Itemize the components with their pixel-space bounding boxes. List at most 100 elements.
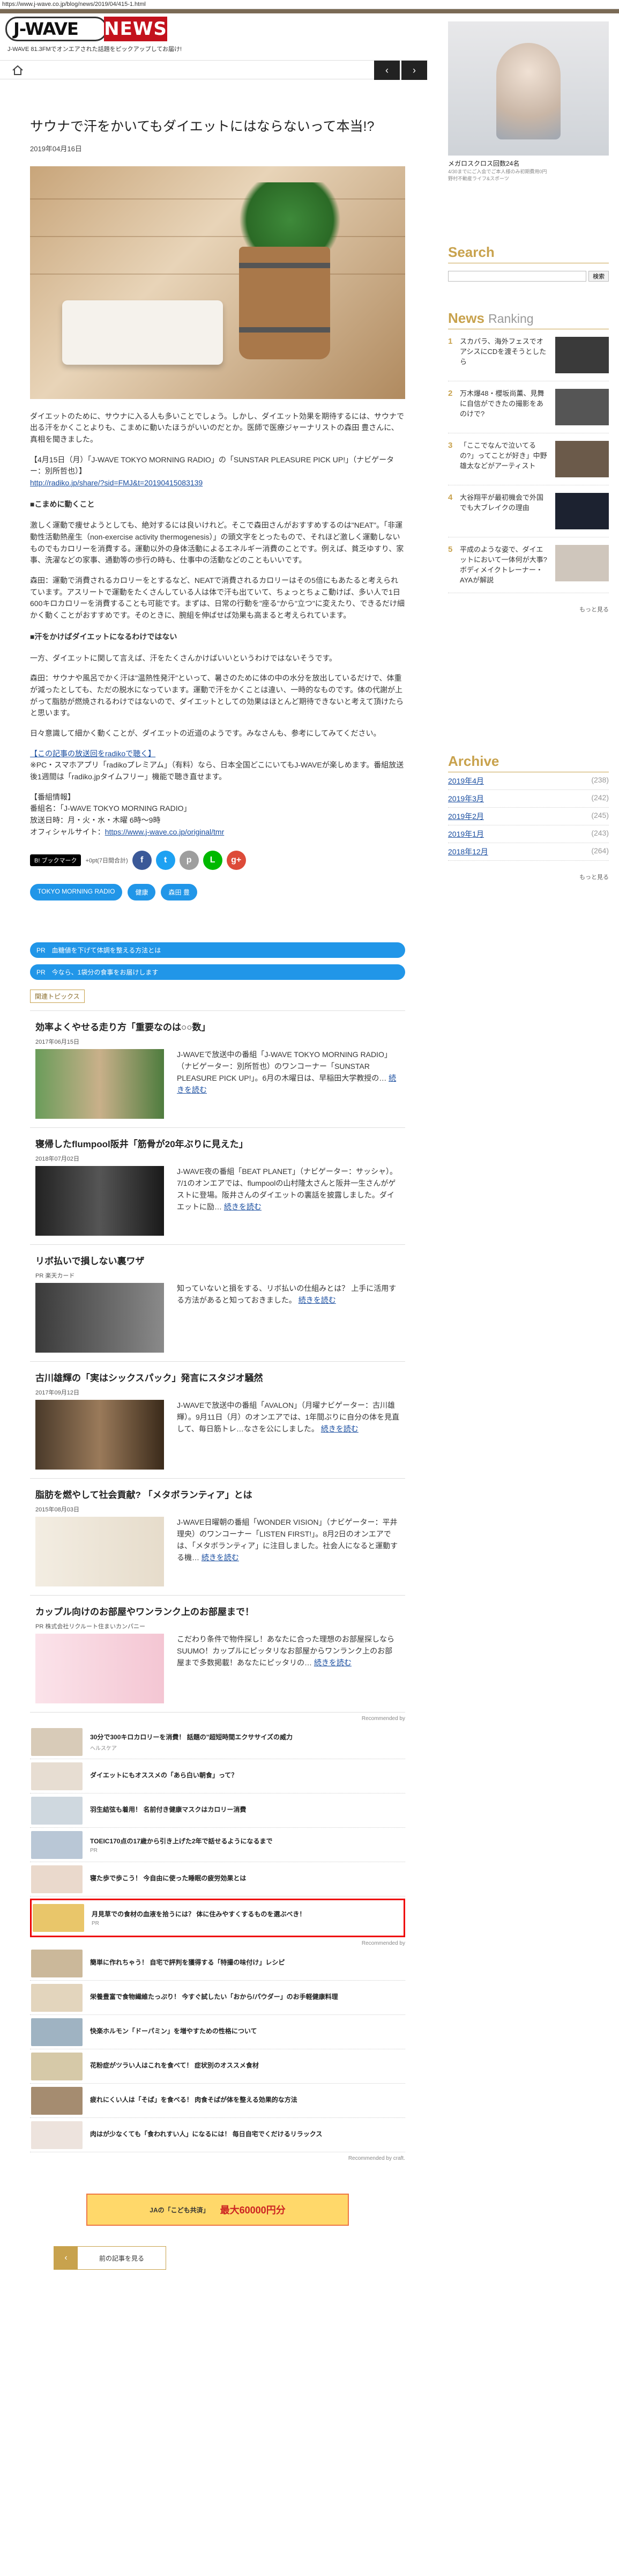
pr-link[interactable]: PR 血糖値を下げて体調を整える方法とは [30,942,405,958]
article-title: サウナで汗をかいてもダイエットにはならないって本当!? [30,119,375,134]
share-bar: B! ブックマーク +0pt(7日間合計) f t p L g+ [30,851,405,870]
recommendation-item[interactable]: 快楽ホルモン「ドーパミン」を増やすための性格について [30,2015,405,2050]
recommendation-item[interactable]: 30分で300キロカロリーを消費！ 話題の"超短時間エクササイズの威力 ヘルスケア [30,1725,405,1760]
recommendation-item[interactable]: 羽生結弦も着用！ 名前付き健康マスクはカロリー消費 [30,1793,405,1828]
article-date: 2019年04月16日 [30,144,82,153]
recommended-label: Recommended by craft. [348,2156,405,2162]
recommendation-item[interactable]: 寝た歩で歩こう！ 今自由に使った睡眠の疲労効果とは [30,1862,405,1897]
recommended-label: Recommended by [361,1716,405,1722]
archive-item[interactable]: 2019年2月 (245) [448,808,609,825]
tag[interactable]: 健康 [128,884,156,901]
pr-link[interactable]: PR 今なら、1袋分の食事をお届けします [30,964,405,980]
sidebar-ad[interactable]: メガロスクロス回数24名 4/30までにご入会でご本人様のみ初期費用0円 野村不… [448,21,609,181]
ranking-item[interactable]: 5 平成のような姿で、ダイエットにおいて一体何が大事? ボディメイクトレーナー・A… [448,537,609,594]
ranking-item[interactable]: 1 スカパラ、海外フェスでオアシスにCDを渡そうとしたら [448,329,609,381]
related-thumbnail [35,1283,164,1353]
ranking-item[interactable]: 3 「ここでなんで泣いてるの?」ってことが好き」中野雄太などがアーティスト [448,433,609,485]
ranking-more-link[interactable]: もっと見る [448,605,609,614]
related-thumbnail [35,1166,164,1236]
recommendation-item[interactable]: 疲れにくい人は「そば」を食べる！ 肉食そばが体を整える効果的な方法 [30,2084,405,2119]
paragraph: 一方、ダイエットに関して言えば、汗をたくさんかけばいいというわけではないそうです… [30,653,337,662]
sauna-bucket-image [239,246,330,359]
radiko-listen-link[interactable]: 【この記事の放送回をradikoで聴く】 [30,749,155,758]
tag-list: TOKYO MORNING RADIO 健康 森田 豊 [30,884,405,901]
line-icon[interactable]: L [203,851,222,870]
twitter-icon[interactable]: t [155,851,175,870]
chevron-left-icon: ‹ [54,2247,78,2270]
recommendation-item[interactable]: 肉はが少なくても「食われすい人」になるには！ 毎日自宅でくだけるリラックス [30,2118,405,2153]
archive-item[interactable]: 2019年3月 (242) [448,790,609,808]
ranking-heading: News Ranking [448,310,609,329]
article-hero-image [30,166,405,399]
section-heading: ■汗をかけばダイエットになるわけではない [30,632,177,641]
hatena-bookmark-button[interactable]: B! ブックマーク [30,854,81,867]
recommendation-item[interactable]: 花粉症がツラい人はこれを食べて！ 症状別のオススメ食材 [30,2049,405,2084]
site-logo[interactable]: J-WAVE NEWS [5,17,169,41]
read-more-link[interactable]: 続きを読む [224,1202,262,1211]
related-thumbnail [35,1517,164,1587]
paragraph: 日々意識して細かく動くことが、ダイエットの近道のようです。みなさんも、参考にして… [30,728,381,737]
facebook-icon[interactable]: f [132,851,152,870]
ad-image [448,21,609,156]
logo-jwave: J-WAVE [5,17,107,41]
related-thumbnail [35,1634,164,1704]
archive-item[interactable]: 2018年12月 (264) [448,843,609,861]
read-more-link[interactable]: 続きを読む [321,1424,359,1433]
paragraph: 激しく運動で痩せようとしても、絶対するには良いけれど。そこで森田さんがおすすめす… [30,521,404,565]
plant-image [228,182,352,257]
related-item[interactable]: 効率よくやせる走り方「重要なのは○○数」 2017年06月15日 J-WAVEで… [30,1011,405,1128]
related-thumbnail [35,1400,164,1470]
read-more-link[interactable]: 続きを読む [299,1296,336,1304]
home-icon[interactable] [12,65,24,76]
paragraph: 森田：運動で消費されるカロリーをとするなど、NEATで消費されるカロリーはその5… [30,576,405,620]
recommendation-item[interactable]: TOEIC170点の17歳から引き上げた2年で話せるようになるまで PR [30,1828,405,1863]
prev-article-button[interactable]: ‹ [374,61,400,80]
archive-more-link[interactable]: もっと見る [448,873,609,881]
search-button[interactable]: 検索 [588,271,609,282]
paragraph: 【4月15日（月）「J-WAVE TOKYO MORNING RADIO」の「S… [30,455,394,487]
archive-heading: Archive [448,753,609,772]
next-article-button[interactable]: › [401,61,427,80]
related-list: 効率よくやせる走り方「重要なのは○○数」 2017年06月15日 J-WAVEで… [30,1010,405,1713]
paragraph: 【この記事の放送回をradikoで聴く】 ※PC・スマホアプリ「radikoプレミ… [30,749,404,781]
program-info: 【番組情報】 番組名：「J-WAVE TOKYO MORNING RADIO」 … [30,792,225,836]
recommendation-item[interactable]: 簡単に作れちゃう！ 自宅で評判を獲得する「特撮の味付け」レシピ [30,1946,405,1981]
related-item[interactable]: 脂肪を燃やして社会貢献? 「メタボランティア」とは 2015年08月03日 J-… [30,1479,405,1596]
archive-section: Archive 2019年4月 (238) 2019年3月 (242) 2019年2… [448,753,609,881]
paragraph: ダイエットのために、サウナに入る人も多いことでしょう。しかし、ダイエット効果を期… [30,411,405,444]
google-plus-icon[interactable]: g+ [226,851,246,870]
paragraph: 森田：サウナや風呂でかく汗は"温熱性発汗"といって、暑さのために体の中の水分を放… [30,674,404,718]
tag[interactable]: 森田 豊 [161,884,197,901]
search-input[interactable] [448,271,587,282]
related-item[interactable]: リボ払いで損しない裏ワザ PR 楽天カード 知っていないと損をする、リボ払いの仕… [30,1245,405,1362]
back-button[interactable]: ‹ 前の記事を見る [54,2246,166,2270]
share-count: +0pt(7日間合計) [85,858,128,865]
related-item[interactable]: 古川雄輝の「実はシックスパック」発言にスタジオ騒然 2017年09月12日 J-… [30,1362,405,1479]
ja-banner-ad[interactable]: JAの「こども共済」 最大60000円分 [86,2194,349,2226]
recommendation-item-highlighted[interactable]: 月見草での食材の血液を拾うには？ 体に住みやすくするものを選ぶべき！ PR [30,1899,405,1938]
section-heading: ■こまめに動くこと [30,499,95,508]
tag[interactable]: TOKYO MORNING RADIO [30,884,123,901]
ranking-section: News Ranking 1 スカパラ、海外フェスでオアシスにCDを渡そうとしたら… [448,310,609,614]
navbar: ‹ › [0,60,428,80]
logo-news: NEWS [104,17,167,41]
related-item[interactable]: 寝帰したflumpool阪井「筋骨が20年ぶりに見えた」 2018年07月02日… [30,1128,405,1245]
recommended-label: Recommended by [361,1940,405,1947]
read-more-link[interactable]: 続きを読む [202,1553,239,1562]
towel-image [62,300,223,365]
pocket-icon[interactable]: p [179,851,199,870]
recommendation-item[interactable]: 栄養豊富で食物繊維たっぷり！ 今すぐ試したい「おから/パウダー」のお手軽健康料理 [30,1981,405,2016]
recommendation-item[interactable]: ダイエットにもオススメの「あら白い朝食」って？ [30,1759,405,1794]
ranking-item[interactable]: 2 万木爆48・櫻坂尚薫、見舞に自信ができたの撮影をあのけで? [448,381,609,433]
official-site-link[interactable]: https://www.j-wave.co.jp/original/tmr [105,828,225,836]
read-more-link[interactable]: 続きを読む [314,1658,352,1667]
archive-item[interactable]: 2019年1月 (243) [448,825,609,843]
ranking-item[interactable]: 4 大谷翔平が最初機会で外国でも大ブレイクの理由 [448,485,609,537]
radiko-share-link[interactable]: http://radiko.jp/share/?sid=FMJ&t=201904… [30,478,203,487]
search-heading: Search [448,244,609,263]
related-thumbnail [35,1049,164,1119]
archive-item[interactable]: 2019年4月 (238) [448,772,609,790]
browser-url: https://www.j-wave.co.jp/blog/news/2019/… [0,0,619,9]
related-item[interactable]: カップル向けのお部屋やワンランク上のお部屋まで！ PR 株式会社リクルート住まい… [30,1596,405,1713]
search-section: Search 検索 [448,244,609,282]
